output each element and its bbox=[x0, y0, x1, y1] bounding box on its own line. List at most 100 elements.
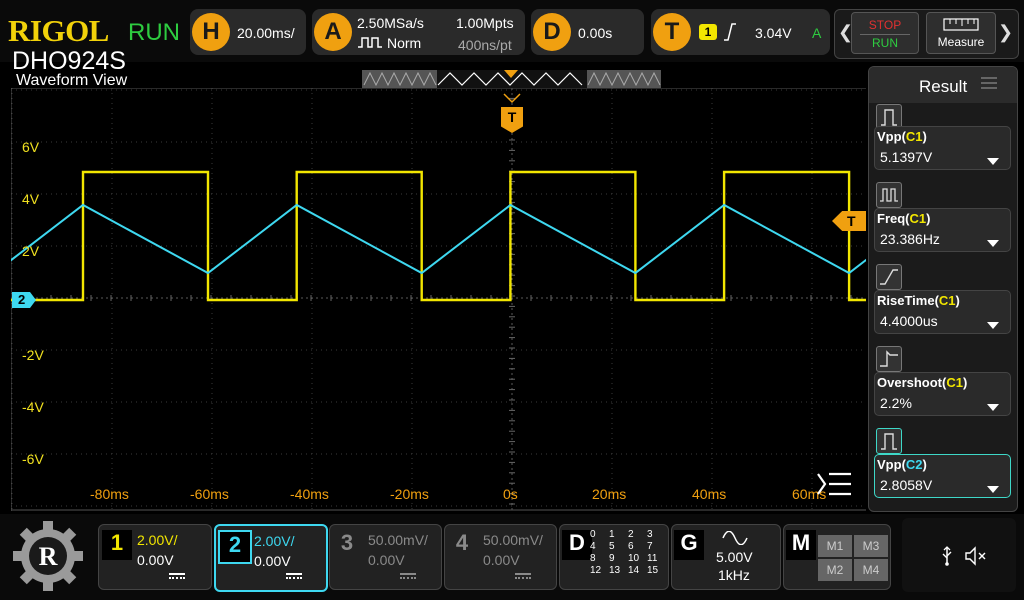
sample-interval: 400ns/pt bbox=[458, 37, 512, 53]
model-name: DHO924S bbox=[12, 47, 126, 75]
digital-channel-label: 10 bbox=[628, 553, 640, 564]
measurement-item-selected[interactable]: Vpp(C2) 2.8058V bbox=[874, 454, 1011, 498]
channel-4-scale: 50.00mV/ bbox=[483, 532, 543, 548]
x-label-0s: 0s bbox=[503, 486, 518, 502]
sine-wave-icon bbox=[722, 531, 748, 545]
y-label-6v: 6V bbox=[22, 139, 40, 155]
trigger-sweep-mode: A bbox=[812, 25, 822, 41]
acquire-key[interactable]: A bbox=[314, 13, 352, 51]
channel-4-box[interactable]: 4 50.00mV/ 0.00V bbox=[444, 524, 557, 590]
channel-3-offset: 0.00V bbox=[368, 552, 405, 568]
home-gear-icon[interactable]: R bbox=[10, 518, 86, 594]
measurement-name: Vpp(C1) bbox=[877, 129, 927, 144]
channel-2-number: 2 bbox=[218, 530, 252, 564]
speaker-muted-icon[interactable] bbox=[964, 546, 988, 566]
measurement-value: 2.2% bbox=[880, 395, 912, 411]
dc-coupling-icon bbox=[286, 573, 302, 579]
vpp-icon bbox=[876, 428, 902, 454]
waveform-view[interactable] bbox=[11, 88, 866, 511]
dropdown-icon[interactable] bbox=[987, 486, 999, 493]
menu-icon[interactable] bbox=[815, 470, 853, 498]
measurement-item[interactable]: Vpp(C1) 5.1397V bbox=[874, 126, 1011, 170]
channel-3-number: 3 bbox=[340, 530, 354, 555]
digital-channel-label: 3 bbox=[647, 529, 653, 540]
measurement-value: 2.8058V bbox=[880, 477, 933, 493]
digital-channel-label: 15 bbox=[647, 565, 659, 576]
panel-list-icon[interactable] bbox=[979, 75, 999, 91]
digital-channel-label: 2 bbox=[628, 529, 634, 540]
ch2-trace bbox=[11, 203, 866, 275]
x-label-neg60ms: -60ms bbox=[190, 486, 229, 502]
measurement-value: 4.4000us bbox=[880, 313, 938, 329]
nav-right-icon[interactable]: ❯ bbox=[998, 22, 1013, 43]
ruler-icon bbox=[943, 18, 979, 31]
dropdown-icon[interactable] bbox=[987, 404, 999, 411]
digital-channel-label: 5 bbox=[609, 541, 615, 552]
digital-channel-label: 4 bbox=[590, 541, 596, 552]
math-m2[interactable]: M2 bbox=[818, 559, 852, 581]
overshoot-icon bbox=[876, 346, 902, 372]
math-m4[interactable]: M4 bbox=[854, 559, 888, 581]
run-state[interactable]: RUN bbox=[128, 19, 180, 47]
channel-1-box[interactable]: 1 2.00V/ 0.00V bbox=[98, 524, 212, 590]
dropdown-icon[interactable] bbox=[987, 158, 999, 165]
trigger-position-chevron-icon bbox=[503, 93, 521, 104]
run-label: RUN bbox=[872, 36, 898, 50]
dropdown-icon[interactable] bbox=[987, 322, 999, 329]
trigger-key[interactable]: T bbox=[653, 13, 691, 51]
digital-channel-label: 9 bbox=[609, 553, 615, 564]
stop-run-button[interactable]: STOP RUN bbox=[851, 12, 919, 54]
channel-1-number: 1 bbox=[102, 530, 132, 560]
digital-key: D bbox=[562, 530, 592, 560]
x-label-neg20ms: -20ms bbox=[390, 486, 429, 502]
generator-amplitude: 5.00V bbox=[716, 549, 753, 565]
channel-3-box[interactable]: 3 50.00mV/ 0.00V bbox=[329, 524, 442, 590]
measure-button[interactable]: Measure bbox=[926, 12, 996, 54]
stop-label: STOP bbox=[868, 18, 902, 32]
generator-box[interactable]: G 5.00V 1kHz bbox=[671, 524, 781, 590]
memory-overview-icon bbox=[363, 70, 661, 88]
measurement-name: RiseTime(C1) bbox=[877, 293, 960, 308]
freq-icon bbox=[876, 182, 902, 208]
dropdown-icon[interactable] bbox=[987, 240, 999, 247]
usb-icon[interactable] bbox=[940, 546, 954, 566]
digital-channel-label: 14 bbox=[628, 565, 640, 576]
digital-box[interactable]: D 0 1 2 3 4 5 6 7 8 9 10 11 12 13 14 15 bbox=[559, 524, 669, 590]
memory-position-bar[interactable] bbox=[362, 70, 661, 88]
digital-channel-grid: 0 1 2 3 4 5 6 7 8 9 10 11 12 13 14 15 bbox=[590, 529, 666, 577]
measurement-item[interactable]: Overshoot(C1) 2.2% bbox=[874, 372, 1011, 416]
sample-rate: 2.50MSa/s bbox=[357, 15, 424, 31]
graticule-and-traces bbox=[11, 88, 866, 511]
math-m3[interactable]: M3 bbox=[854, 535, 888, 557]
y-label-neg2v: -2V bbox=[22, 347, 44, 363]
brand-logo: RIGOL bbox=[8, 13, 109, 48]
digital-channel-label: 11 bbox=[647, 553, 658, 564]
measurement-item[interactable]: Freq(C1) 23.386Hz bbox=[874, 208, 1011, 252]
channel-2-scale: 2.00V/ bbox=[254, 533, 295, 549]
channel-4-offset: 0.00V bbox=[483, 552, 520, 568]
x-label-neg80ms: -80ms bbox=[90, 486, 129, 502]
rising-edge-icon bbox=[724, 23, 736, 41]
memory-depth: 1.00Mpts bbox=[456, 15, 514, 31]
math-box[interactable]: M M1 M3 M2 M4 bbox=[783, 524, 891, 590]
digital-channel-label: 1 bbox=[609, 529, 615, 540]
digital-channel-label: 6 bbox=[628, 541, 634, 552]
generator-frequency: 1kHz bbox=[718, 567, 750, 583]
measurement-value: 23.386Hz bbox=[880, 231, 940, 247]
dc-coupling-icon bbox=[400, 573, 416, 579]
timebase-value: 20.00ms/ bbox=[237, 25, 295, 41]
horizontal-key[interactable]: H bbox=[192, 13, 230, 51]
channel-3-scale: 50.00mV/ bbox=[368, 532, 428, 548]
delay-key[interactable]: D bbox=[533, 13, 571, 51]
channel-2-box[interactable]: 2 2.00V/ 0.00V bbox=[214, 524, 328, 592]
y-label-4v: 4V bbox=[22, 191, 40, 207]
math-m1[interactable]: M1 bbox=[818, 535, 852, 557]
acquire-mode-icon bbox=[358, 37, 382, 48]
measurement-item[interactable]: RiseTime(C1) 4.4000us bbox=[874, 290, 1011, 334]
x-label-20ms: 20ms bbox=[592, 486, 627, 502]
y-label-neg4v: -4V bbox=[22, 399, 44, 415]
y-label-2v: 2V bbox=[22, 243, 40, 259]
measurement-name: Vpp(C2) bbox=[877, 457, 927, 472]
channel-1-scale: 2.00V/ bbox=[137, 532, 178, 548]
status-area bbox=[902, 518, 1016, 592]
